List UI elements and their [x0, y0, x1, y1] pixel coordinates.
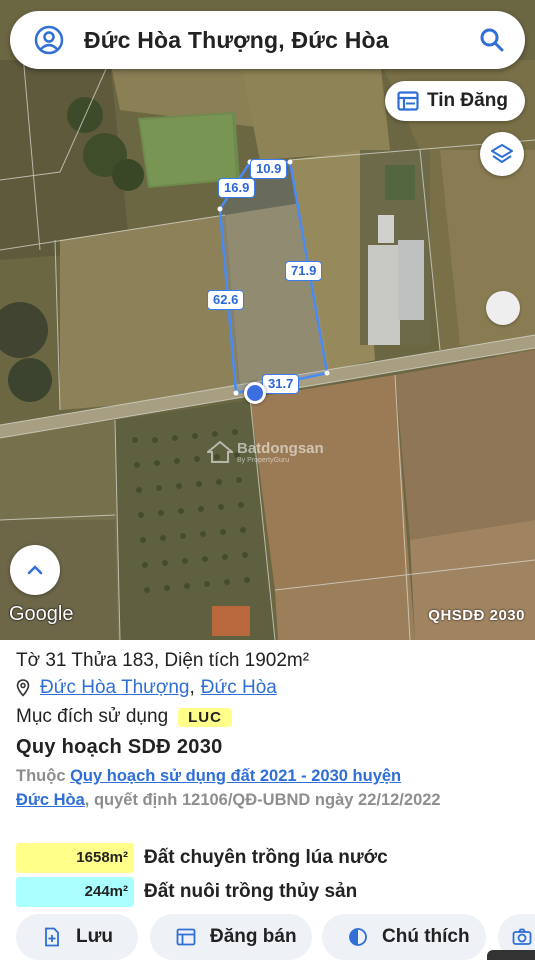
page-indicator — [487, 950, 535, 960]
map-control-button[interactable] — [486, 291, 520, 325]
layers-icon — [491, 144, 513, 163]
search-icon[interactable] — [479, 27, 505, 53]
camera-icon — [512, 928, 532, 945]
parcel-title: Tờ 31 Thửa 183, Diện tích 1902m² — [16, 650, 310, 671]
plan-code-label: QHSDĐ 2030 — [428, 607, 525, 624]
watermark-text: Batdongsan — [237, 440, 324, 457]
user-icon[interactable] — [34, 25, 64, 55]
edge-length-label: 71.9 — [285, 261, 323, 281]
listings-icon — [397, 91, 419, 111]
listings-button[interactable]: Tin Đăng — [385, 81, 525, 121]
watermark-subtext: By PropertyGuru — [237, 457, 290, 464]
current-location-dot — [244, 382, 266, 404]
save-button[interactable]: Lưu — [16, 914, 138, 960]
zone-area: 244m² — [16, 877, 134, 907]
legend-button[interactable]: Chú thích — [322, 914, 486, 960]
plan-description: Thuộc Quy hoạch sử dụng đất 2021 - 2030 … — [16, 764, 516, 812]
location-separator: , — [189, 677, 195, 698]
edge-length-label: 62.6 — [207, 290, 245, 310]
post-listing-button[interactable]: Đăng bán — [150, 914, 312, 960]
edge-length-label: 16.9 — [218, 178, 256, 198]
edge-length-label: 31.7 — [262, 374, 300, 394]
contrast-icon — [349, 928, 367, 946]
commune-link[interactable]: Đức Hòa Thượng — [40, 677, 190, 699]
layers-button[interactable] — [480, 132, 524, 176]
parcel-location: Đức Hòa Thượng , Đức Hòa — [16, 677, 277, 699]
save-label: Lưu — [76, 926, 113, 947]
plan-link[interactable]: Quy hoạch sử dụng đất 2021 - 2030 huyện — [70, 767, 401, 785]
district-link[interactable]: Đức Hòa — [201, 677, 277, 699]
listing-icon — [176, 928, 196, 946]
watermark-logo-icon — [207, 441, 233, 463]
watermark: Batdongsan By PropertyGuru — [207, 440, 324, 464]
land-use-purpose: Mục đích sử dụng LUC — [16, 706, 232, 728]
zone-row: 1658m² Đất chuyên trồng lúa nước — [16, 843, 388, 873]
listings-label: Tin Đăng — [427, 90, 508, 111]
zone-name: Đất chuyên trồng lúa nước — [144, 847, 388, 868]
plan-prefix: Thuộc — [16, 767, 66, 785]
plan-title: Quy hoạch SDĐ 2030 — [16, 736, 223, 758]
zone-row: 244m² Đất nuôi trồng thủy sản — [16, 877, 357, 907]
search-query[interactable]: Đức Hòa Thượng, Đức Hòa — [84, 27, 389, 54]
search-bar[interactable]: Đức Hòa Thượng, Đức Hòa — [10, 11, 525, 69]
chevron-up-icon — [27, 565, 43, 575]
plan-suffix: , quyết định 12106/QĐ-UBND ngày 22/12/20… — [84, 791, 441, 809]
purpose-code-badge: LUC — [178, 707, 232, 727]
zone-area: 1658m² — [16, 843, 134, 873]
plan-link-district[interactable]: Đức Hòa — [16, 791, 85, 809]
google-logo: Google — [9, 603, 74, 625]
post-label: Đăng bán — [210, 926, 297, 947]
parcel-info-panel: Tờ 31 Thửa 183, Diện tích 1902m² Đức Hòa… — [0, 640, 535, 960]
zone-name: Đất nuôi trồng thủy sản — [144, 881, 358, 902]
satellite-map[interactable]: 10.9 16.9 71.9 62.6 31.7 Batdongsan By Pr… — [0, 0, 535, 640]
expand-panel-button[interactable] — [10, 545, 60, 595]
add-document-icon — [45, 927, 59, 947]
location-pin-icon — [16, 679, 30, 697]
legend-label: Chú thích — [382, 926, 470, 947]
edge-length-label: 10.9 — [250, 159, 288, 179]
purpose-label: Mục đích sử dụng — [16, 706, 169, 727]
